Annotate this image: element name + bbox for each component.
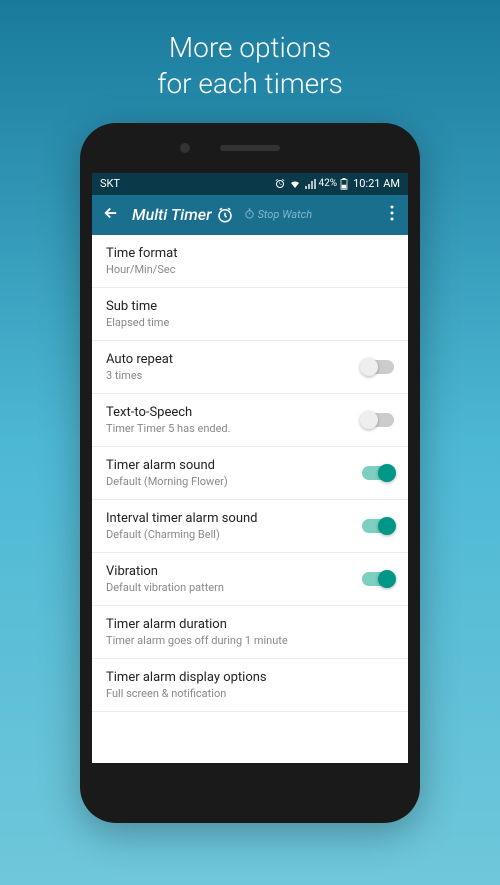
alarm-icon bbox=[274, 178, 286, 190]
setting-text: Timer alarm sound Default (Morning Flower… bbox=[106, 458, 362, 488]
toggle-switch[interactable] bbox=[362, 360, 394, 374]
toggle-switch[interactable] bbox=[362, 519, 394, 533]
setting-subtitle: Default vibration pattern bbox=[106, 581, 362, 594]
time-label: 10:21 AM bbox=[353, 177, 400, 190]
setting-item[interactable]: Time format Hour/Min/Sec bbox=[92, 235, 408, 288]
setting-subtitle: Elapsed time bbox=[106, 316, 394, 329]
setting-subtitle: Full screen & notification bbox=[106, 687, 394, 700]
setting-subtitle: Default (Charming Bell) bbox=[106, 528, 362, 541]
setting-text: Interval timer alarm sound Default (Charm… bbox=[106, 511, 362, 541]
phone-speaker bbox=[220, 145, 280, 151]
setting-title: Vibration bbox=[106, 564, 362, 579]
setting-item[interactable]: Text-to-Speech Timer Timer 5 has ended. bbox=[92, 394, 408, 447]
setting-text: Text-to-Speech Timer Timer 5 has ended. bbox=[106, 405, 362, 435]
setting-title: Timer alarm sound bbox=[106, 458, 362, 473]
setting-item[interactable]: Interval timer alarm sound Default (Charm… bbox=[92, 500, 408, 553]
setting-title: Interval timer alarm sound bbox=[106, 511, 362, 526]
setting-subtitle: 3 times bbox=[106, 369, 362, 382]
stopwatch-label[interactable]: Stop Watch bbox=[244, 208, 313, 222]
back-button[interactable] bbox=[98, 199, 124, 231]
setting-item[interactable]: Vibration Default vibration pattern bbox=[92, 553, 408, 606]
setting-item[interactable]: Auto repeat 3 times bbox=[92, 341, 408, 394]
status-right: 42% 10:21 AM bbox=[274, 177, 400, 190]
setting-item[interactable]: Sub time Elapsed time bbox=[92, 288, 408, 341]
setting-subtitle: Default (Morning Flower) bbox=[106, 475, 362, 488]
setting-title: Auto repeat bbox=[106, 352, 362, 367]
setting-item[interactable]: Timer alarm sound Default (Morning Flower… bbox=[92, 447, 408, 500]
toggle-switch[interactable] bbox=[362, 413, 394, 427]
overflow-menu-button[interactable] bbox=[382, 201, 402, 229]
status-bar: SKT 42% 10:21 AM bbox=[92, 173, 408, 195]
setting-item[interactable]: Timer alarm display options Full screen &… bbox=[92, 659, 408, 712]
app-title-text: Multi Timer bbox=[132, 205, 212, 224]
setting-subtitle: Timer alarm goes off during 1 minute bbox=[106, 634, 394, 647]
toggle-switch[interactable] bbox=[362, 572, 394, 586]
settings-list: Time format Hour/Min/Sec Sub time Elapsed t… bbox=[92, 235, 408, 763]
clock-icon bbox=[216, 206, 234, 224]
stopwatch-icon bbox=[244, 208, 255, 222]
phone-screen: SKT 42% 10:21 AM bbox=[92, 173, 408, 763]
phone-camera bbox=[180, 143, 190, 153]
setting-subtitle: Timer Timer 5 has ended. bbox=[106, 422, 362, 435]
app-title: Multi Timer bbox=[132, 205, 234, 224]
signal-icon bbox=[304, 178, 316, 190]
stopwatch-text: Stop Watch bbox=[258, 208, 313, 221]
wifi-icon bbox=[289, 178, 301, 190]
app-bar: Multi Timer Stop Watch bbox=[92, 195, 408, 235]
battery-icon bbox=[340, 178, 348, 190]
battery-label: 42% bbox=[319, 178, 338, 189]
promo-line1: More options bbox=[20, 30, 480, 66]
promo-line2: for each timers bbox=[20, 66, 480, 102]
setting-item[interactable]: Timer alarm duration Timer alarm goes off… bbox=[92, 606, 408, 659]
setting-title: Time format bbox=[106, 246, 394, 261]
setting-text: Timer alarm duration Timer alarm goes off… bbox=[106, 617, 394, 647]
setting-text: Auto repeat 3 times bbox=[106, 352, 362, 382]
setting-title: Timer alarm duration bbox=[106, 617, 394, 632]
phone-frame: SKT 42% 10:21 AM bbox=[80, 123, 420, 823]
carrier-label: SKT bbox=[100, 177, 120, 190]
setting-text: Sub time Elapsed time bbox=[106, 299, 394, 329]
promo-heading: More options for each timers bbox=[0, 0, 500, 123]
setting-title: Sub time bbox=[106, 299, 394, 314]
setting-text: Timer alarm display options Full screen &… bbox=[106, 670, 394, 700]
setting-subtitle: Hour/Min/Sec bbox=[106, 263, 394, 276]
setting-text: Time format Hour/Min/Sec bbox=[106, 246, 394, 276]
setting-title: Text-to-Speech bbox=[106, 405, 362, 420]
setting-text: Vibration Default vibration pattern bbox=[106, 564, 362, 594]
toggle-switch[interactable] bbox=[362, 466, 394, 480]
setting-title: Timer alarm display options bbox=[106, 670, 394, 685]
